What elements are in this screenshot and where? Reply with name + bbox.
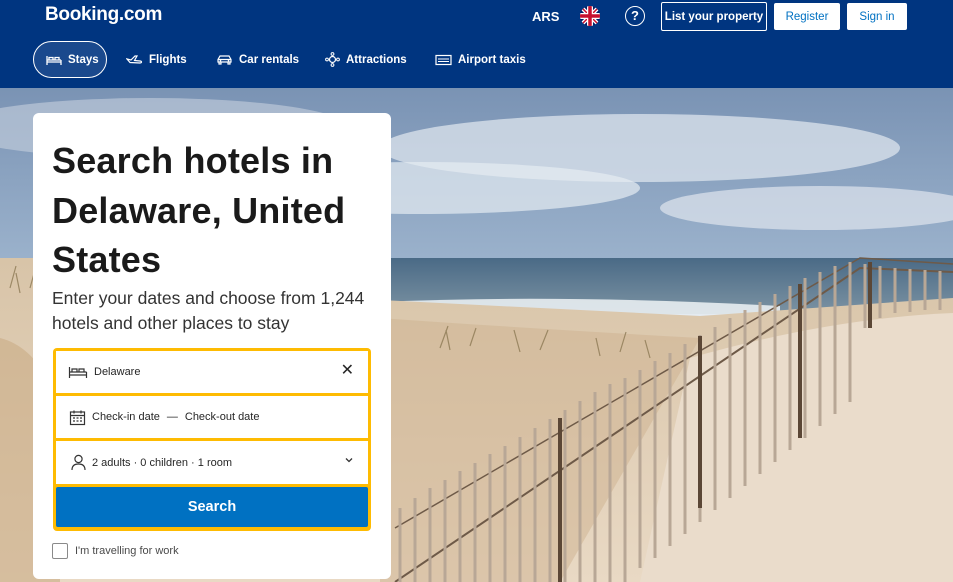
search-card: Search hotels in Delaware, United States… — [33, 113, 391, 579]
help-icon[interactable]: ? — [625, 6, 645, 26]
booking-logo[interactable]: Booking.com — [45, 4, 162, 26]
tab-flights-label: Flights — [149, 53, 187, 66]
guests-field[interactable]: 2 adults · 0 children · 1 room — [56, 441, 368, 484]
work-travel-checkbox[interactable] — [52, 543, 68, 559]
dates-field[interactable]: Check-in date — Check-out date — [56, 396, 368, 438]
tab-car-rentals-label: Car rentals — [239, 53, 300, 66]
bed-icon — [68, 364, 88, 380]
tab-attractions[interactable]: Attractions — [313, 41, 419, 78]
checkout-date-label[interactable]: Check-out date — [185, 411, 260, 423]
date-separator: — — [166, 411, 178, 423]
work-travel-label: I'm travelling for work — [75, 545, 179, 557]
plane-icon — [126, 54, 143, 64]
register-button[interactable]: Register — [774, 3, 840, 30]
tab-attractions-label: Attractions — [346, 53, 407, 66]
page-title: Search hotels in Delaware, United States — [52, 140, 346, 280]
taxi-icon — [435, 54, 452, 65]
top-header: Booking.com ARS ? List your property Reg… — [0, 0, 953, 88]
checkin-date-label[interactable]: Check-in date — [92, 411, 160, 423]
chevron-down-icon — [344, 455, 354, 468]
tab-flights[interactable]: Flights — [114, 41, 199, 78]
guests-value: 2 adults · 0 children · 1 room — [92, 456, 233, 469]
search-button[interactable]: Search — [56, 487, 368, 527]
tab-car-rentals[interactable]: Car rentals — [204, 41, 311, 78]
uk-flag-icon[interactable] — [580, 6, 600, 26]
destination-field[interactable]: Delaware ✕ — [56, 351, 368, 393]
tab-stays[interactable]: Stays — [33, 41, 107, 78]
tab-airport-taxis[interactable]: Airport taxis — [423, 41, 538, 78]
attractions-icon — [325, 52, 340, 67]
tab-stays-label: Stays — [68, 53, 99, 66]
car-icon — [217, 54, 232, 65]
work-travel-option[interactable]: I'm travelling for work — [52, 543, 179, 559]
calendar-icon — [69, 409, 86, 426]
currency-selector[interactable]: ARS — [532, 9, 559, 24]
person-icon — [71, 454, 86, 471]
destination-value: Delaware — [94, 366, 141, 378]
clear-destination-icon[interactable]: ✕ — [341, 363, 354, 379]
page-subtitle: Enter your dates and choose from 1,244 h… — [52, 288, 365, 333]
search-box: Delaware ✕ Check-in date — Check-out dat… — [53, 348, 371, 531]
bed-icon — [46, 55, 62, 65]
sign-in-button[interactable]: Sign in — [847, 3, 907, 30]
tab-airport-taxis-label: Airport taxis — [458, 53, 526, 66]
list-property-button[interactable]: List your property — [661, 2, 767, 31]
